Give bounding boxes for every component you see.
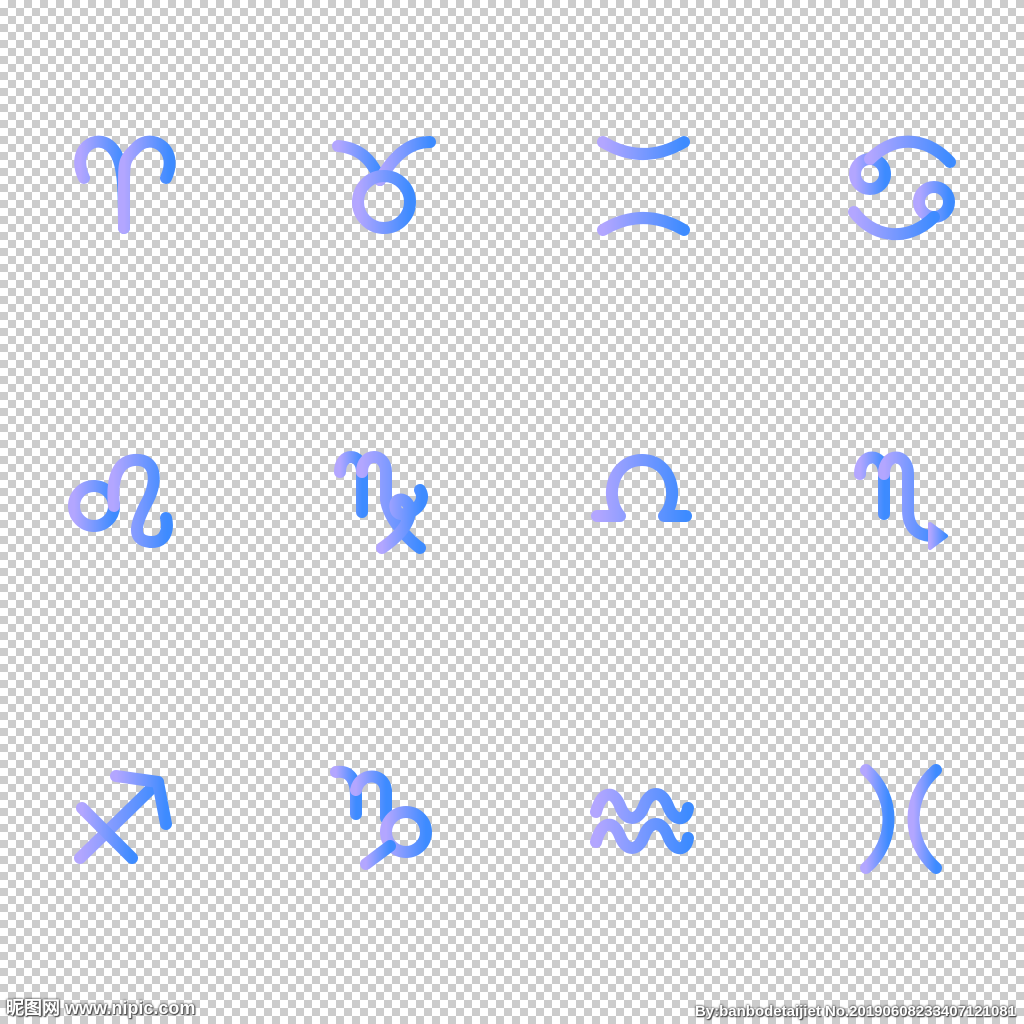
watermark-site: 昵图网 www.nipic.com (6, 998, 196, 1018)
cancer-icon (848, 135, 956, 241)
virgo-icon (334, 450, 428, 554)
taurus-icon (332, 136, 436, 234)
pisces-icon (848, 764, 954, 874)
aquarius-icon (590, 788, 694, 855)
capricorn-icon (330, 765, 432, 870)
zodiac-icon-set (68, 135, 956, 874)
watermark-author: By:banbodetaijiet No.2019060823340712108… (694, 1003, 1016, 1020)
sagittarius-icon (74, 770, 172, 864)
aries-icon (74, 135, 176, 234)
leo-icon (68, 453, 173, 548)
gemini-icon (597, 136, 690, 236)
scorpio-icon (854, 451, 948, 550)
libra-icon (591, 454, 692, 546)
